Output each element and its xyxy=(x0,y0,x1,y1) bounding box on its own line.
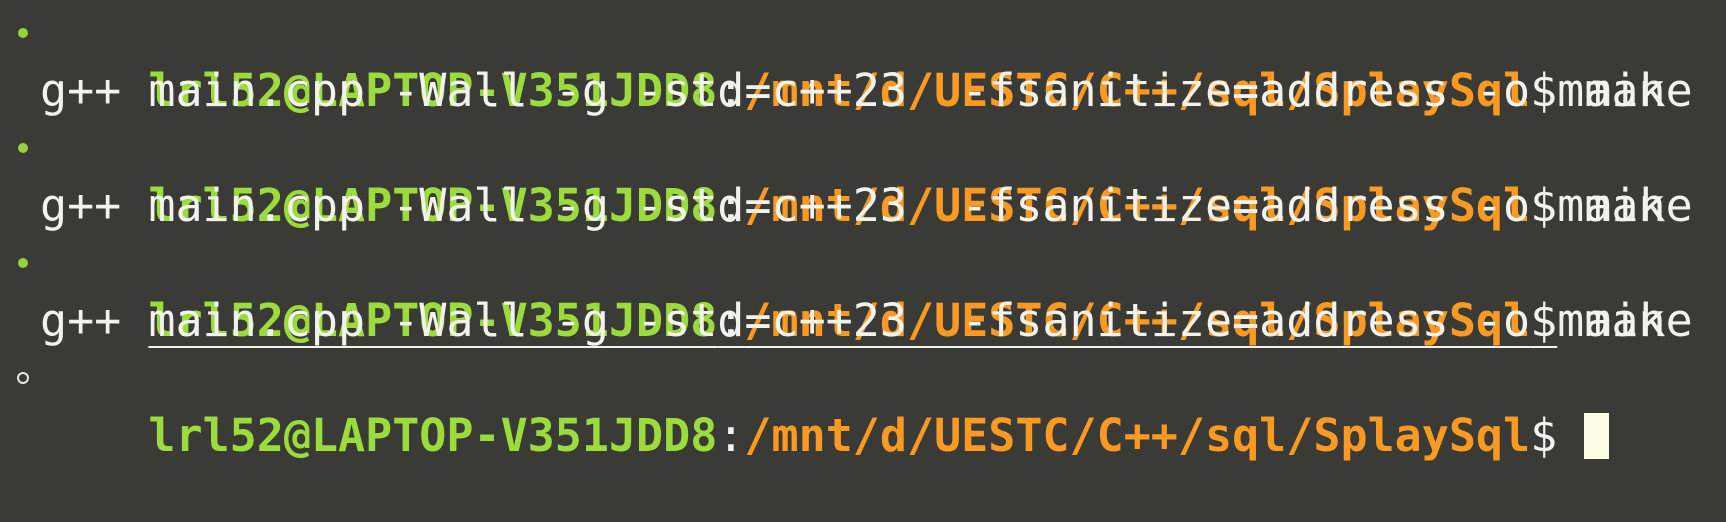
filled-dot-icon xyxy=(18,257,28,268)
output-line: g++ main.cpp -Wall -g -std=c++23 -fsanit… xyxy=(0,292,1726,350)
filled-dot-icon xyxy=(18,142,28,153)
text-cursor xyxy=(1584,412,1610,459)
prompt-separator: : xyxy=(717,408,745,462)
hollow-dot-icon xyxy=(17,371,29,384)
user-host: lrl52@LAPTOP-V351JDD8 xyxy=(148,408,718,462)
output-line: g++ main.cpp -Wall -g -std=c++23 -fsanit… xyxy=(0,177,1726,235)
prompt-line: lrl52@LAPTOP-V351JDD8:/mnt/d/UESTC/C++/s… xyxy=(0,4,1726,117)
command-success-marker[interactable] xyxy=(12,4,34,62)
command-output: g++ main.cpp -Wall -g -std=c++23 -fsanit… xyxy=(40,63,1666,117)
output-line: g++ main.cpp -Wall -g -std=c++23 -fsanit… xyxy=(0,62,1726,120)
prompt-symbol: $ xyxy=(1530,408,1558,462)
prompt-line: lrl52@LAPTOP-V351JDD8:/mnt/d/UESTC/C++/s… xyxy=(0,119,1726,232)
prompt-line: lrl52@LAPTOP-V351JDD8:/mnt/d/UESTC/C++/s… xyxy=(0,234,1726,347)
command-output: g++ main.cpp -Wall -g -std=c++23 -fsanit… xyxy=(40,293,1666,347)
current-prompt-line[interactable]: lrl52@LAPTOP-V351JDD8:/mnt/d/UESTC/C++/s… xyxy=(0,349,1726,462)
terminal-window[interactable]: lrl52@LAPTOP-V351JDD8:/mnt/d/UESTC/C++/s… xyxy=(0,0,1726,462)
command-output: g++ main.cpp -Wall -g -std=c++23 -fsanit… xyxy=(40,178,1666,232)
working-directory: /mnt/d/UESTC/C++/sql/SplaySql xyxy=(744,408,1531,462)
filled-dot-icon xyxy=(18,27,28,38)
command-success-marker[interactable] xyxy=(12,119,34,177)
command-success-marker[interactable] xyxy=(12,234,34,292)
command-pending-marker[interactable] xyxy=(12,349,34,407)
